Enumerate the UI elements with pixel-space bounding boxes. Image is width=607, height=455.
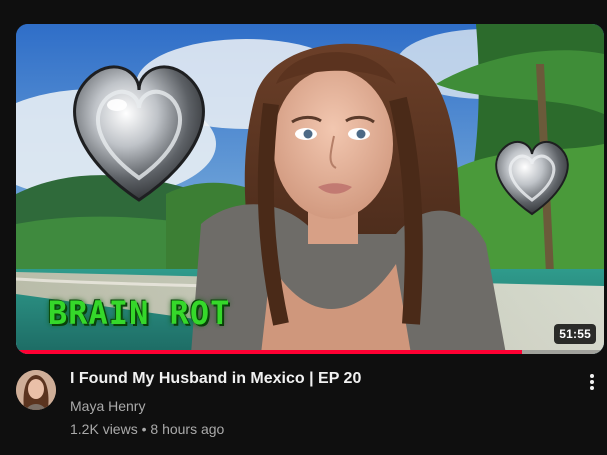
video-stats: 1.2K views • 8 hours ago (70, 419, 570, 439)
avatar-image (16, 370, 56, 410)
channel-avatar[interactable] (16, 370, 56, 410)
more-actions-button[interactable] (580, 368, 604, 396)
thumbnail-overlay-text: BRAIN ROT (48, 294, 231, 332)
stats-separator: • (141, 421, 147, 437)
watch-progress-fill (16, 350, 522, 354)
video-thumbnail[interactable]: BRAIN ROT 51:55 (16, 24, 604, 354)
upload-age: 8 hours ago (150, 421, 225, 437)
video-title[interactable]: I Found My Husband in Mexico | EP 20 (70, 368, 570, 390)
video-meta: I Found My Husband in Mexico | EP 20 May… (70, 368, 570, 439)
watch-progress-bar (16, 350, 604, 354)
duration-badge: 51:55 (554, 324, 596, 344)
video-card[interactable]: BRAIN ROT 51:55 I Found My Husband in Me… (0, 0, 607, 455)
more-vert-icon (590, 374, 594, 390)
video-details: I Found My Husband in Mexico | EP 20 May… (16, 368, 604, 448)
channel-name[interactable]: Maya Henry (70, 396, 570, 416)
view-count: 1.2K views (70, 421, 138, 437)
